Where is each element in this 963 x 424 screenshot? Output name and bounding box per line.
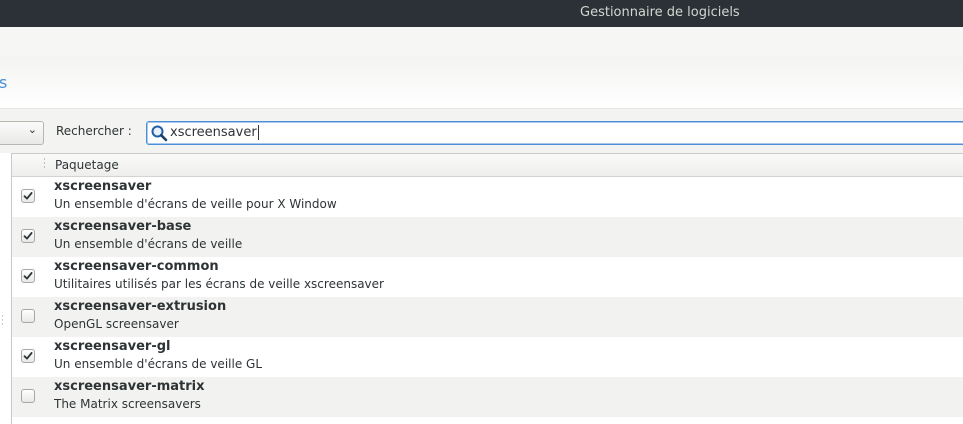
chevron-down-icon: ⌄ — [27, 123, 37, 136]
category-dropdown[interactable]: ⌄ — [0, 121, 44, 145]
package-rows: xscreensaver Un ensemble d'écrans de veil… — [12, 177, 963, 417]
package-description: Un ensemble d'écrans de veille pour X Wi… — [54, 197, 337, 211]
package-name: xscreensaver-base — [54, 219, 192, 234]
package-list: · · · Paquetage xscreensaver Un ensemble d'… — [11, 153, 963, 424]
list-header: · · · Paquetage — [12, 154, 963, 177]
install-checkbox[interactable] — [21, 189, 35, 203]
checkmark-icon — [23, 272, 33, 280]
install-checkbox[interactable] — [21, 269, 35, 283]
table-row[interactable]: xscreensaver Un ensemble d'écrans de veil… — [12, 177, 963, 217]
package-description: The Matrix screensavers — [54, 397, 201, 411]
install-checkbox[interactable] — [21, 389, 35, 403]
install-checkbox[interactable] — [21, 309, 35, 323]
window-titlebar[interactable]: Gestionnaire de logiciels — [0, 0, 963, 27]
package-name: xscreensaver-gl — [54, 339, 171, 354]
install-checkbox[interactable] — [21, 349, 35, 363]
search-input-value: xscreensaver — [170, 125, 259, 140]
checkmark-icon — [23, 232, 33, 240]
table-row[interactable]: xscreensaver-common Utilitaires utilisés … — [12, 257, 963, 297]
package-name: xscreensaver-extrusion — [54, 299, 227, 314]
install-checkbox[interactable] — [21, 229, 35, 243]
package-description: Utilitaires utilisés par les écrans de v… — [54, 277, 384, 291]
search-label: Rechercher : — [56, 124, 132, 138]
package-description: OpenGL screensaver — [54, 317, 179, 331]
package-name: xscreensaver-common — [54, 259, 219, 274]
pane-resize-handle[interactable]: · · · — [1, 313, 4, 330]
table-row[interactable]: xscreensaver-base Un ensemble d'écrans de… — [12, 217, 963, 257]
package-name: xscreensaver-matrix — [54, 379, 205, 394]
search-input[interactable]: xscreensaver — [146, 121, 963, 145]
view-header: s — [0, 56, 963, 109]
table-row[interactable]: xscreensaver-gl Un ensemble d'écrans de v… — [12, 337, 963, 377]
checkmark-icon — [23, 192, 33, 200]
search-icon — [151, 125, 168, 142]
table-row[interactable]: xscreensaver-matrix The Matrix screensave… — [12, 377, 963, 417]
table-row[interactable]: xscreensaver-extrusion OpenGL screensaver — [12, 297, 963, 337]
package-description: Un ensemble d'écrans de veille — [54, 237, 243, 251]
window-title: Gestionnaire de logiciels — [580, 5, 740, 20]
checkmark-icon — [23, 352, 33, 360]
column-resize-handle[interactable]: · · · — [43, 156, 46, 173]
package-description: Un ensemble d'écrans de veille GL — [54, 357, 263, 371]
package-name: xscreensaver — [54, 179, 152, 194]
column-header-package[interactable]: Paquetage — [55, 158, 119, 172]
view-link[interactable]: s — [0, 73, 7, 92]
toolbar — [0, 27, 963, 56]
